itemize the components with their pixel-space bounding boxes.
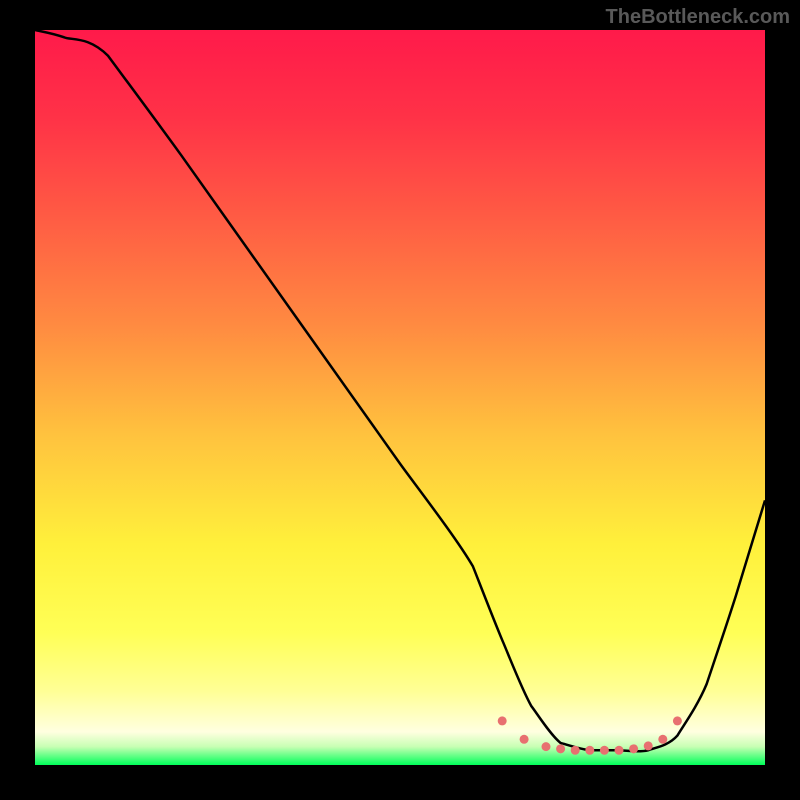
optimal-range-dot xyxy=(585,746,594,755)
optimal-range-dot xyxy=(615,746,624,755)
optimal-range-dot xyxy=(673,716,682,725)
optimal-range-dot xyxy=(542,742,551,751)
chart-background xyxy=(35,30,765,765)
optimal-range-dot xyxy=(520,735,529,744)
optimal-range-dot xyxy=(644,741,653,750)
optimal-range-dot xyxy=(629,744,638,753)
chart-plot-area xyxy=(35,30,765,765)
optimal-range-dot xyxy=(600,746,609,755)
optimal-range-dot xyxy=(658,735,667,744)
chart-svg xyxy=(35,30,765,765)
optimal-range-dot xyxy=(571,746,580,755)
watermark-text: TheBottleneck.com xyxy=(606,6,790,29)
optimal-range-dot xyxy=(498,716,507,725)
optimal-range-dot xyxy=(556,744,565,753)
